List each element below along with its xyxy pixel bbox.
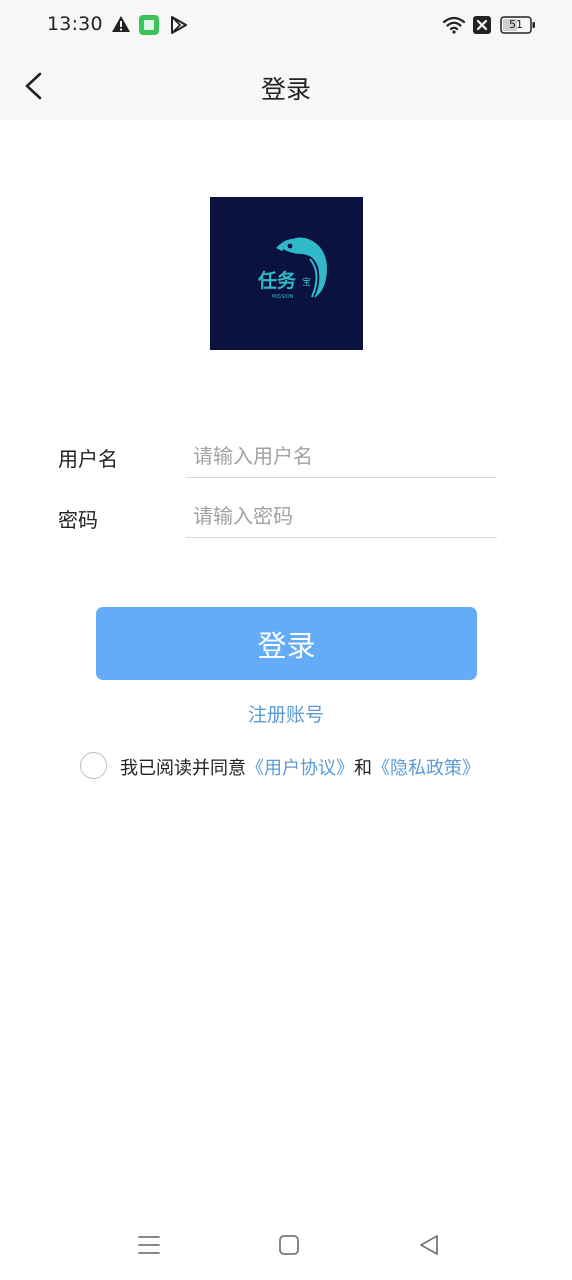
agreement-prefix: 我已阅读并同意 xyxy=(120,758,246,779)
logo-text-small: 宝 xyxy=(302,276,311,288)
app-logo: 任务 宝 MISSION xyxy=(210,197,363,350)
page-title: 登录 xyxy=(260,75,311,104)
warning-icon xyxy=(111,14,131,38)
logo-text-sub: MISSION xyxy=(272,294,294,300)
username-label: 用户名 xyxy=(58,447,118,471)
battery-icon: 51 xyxy=(500,16,536,34)
app-notification-icon xyxy=(139,14,159,40)
user-agreement-link[interactable]: 《用户协议》 xyxy=(246,758,354,779)
login-screen: 13:30 51 登录 任务 宝 MISSION 用户名 请输入用户名 密码 登… xyxy=(0,0,572,1280)
password-label: 密码 xyxy=(58,508,98,532)
menu-icon[interactable] xyxy=(136,1232,162,1258)
nav-bar: 登录 xyxy=(0,52,572,120)
system-nav-bar xyxy=(0,1220,572,1270)
username-input[interactable] xyxy=(186,434,497,478)
battery-level: 51 xyxy=(509,18,523,31)
logo-text-main: 任务 xyxy=(257,269,297,292)
status-time: 13:30 xyxy=(47,13,103,35)
agreement-checkbox[interactable] xyxy=(80,752,107,779)
sim-blocked-icon xyxy=(472,15,492,39)
home-icon[interactable] xyxy=(276,1232,302,1258)
login-button[interactable]: 登录 xyxy=(96,607,477,680)
password-input[interactable] xyxy=(186,494,497,538)
privacy-policy-link[interactable]: 《隐私政策》 xyxy=(372,758,480,779)
agreement-and: 和 xyxy=(354,758,372,779)
status-bar: 13:30 51 xyxy=(0,0,572,52)
register-link[interactable]: 注册账号 xyxy=(0,700,572,727)
wifi-icon xyxy=(442,15,466,39)
agreement-text: 我已阅读并同意《用户协议》和《隐私政策》 xyxy=(120,754,480,780)
back-triangle-icon[interactable] xyxy=(416,1232,442,1258)
play-icon xyxy=(169,14,189,40)
